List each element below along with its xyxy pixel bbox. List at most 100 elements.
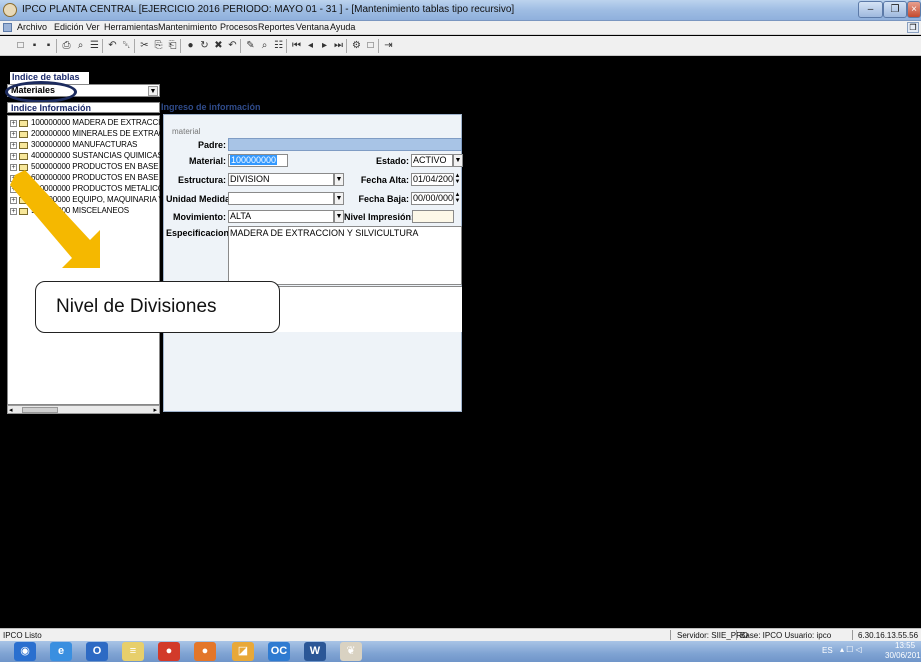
chrome-icon[interactable]: ● xyxy=(158,642,180,661)
especificacion-label: Especificacion: xyxy=(166,228,233,238)
minimize-button[interactable]: – xyxy=(858,1,883,18)
movimiento-select[interactable]: ALTA xyxy=(228,210,334,223)
chevron-down-icon[interactable]: ▼ xyxy=(334,192,344,205)
tree-item[interactable]: +400000000 SUSTANCIAS QUIMICAS xyxy=(10,151,160,162)
cancel-icon[interactable]: ✖ xyxy=(212,39,225,52)
material-field[interactable]: 100000000 xyxy=(228,154,288,167)
properties-icon[interactable]: ☰ xyxy=(88,39,101,52)
outlook-app-icon[interactable]: OC xyxy=(268,642,290,661)
clock-time: 13:55 xyxy=(895,641,916,650)
filter-icon[interactable]: ☷ xyxy=(272,39,285,52)
chevron-down-icon[interactable]: ▼ xyxy=(334,210,344,223)
menu-reportes[interactable]: Reportes xyxy=(258,22,295,32)
find-icon[interactable]: ⌕ xyxy=(258,39,271,52)
outlook-icon[interactable]: O xyxy=(86,642,108,661)
firefox-icon[interactable]: ● xyxy=(194,642,216,661)
status-servidor: Servidor: SIIE_PRO xyxy=(677,631,749,640)
save-icon[interactable]: ▪ xyxy=(28,39,41,52)
delete-icon[interactable]: ␡ xyxy=(120,39,133,52)
clock[interactable]: 13:55 30/06/2016 xyxy=(885,641,921,661)
expand-icon[interactable]: + xyxy=(10,153,17,160)
paste-icon[interactable]: ⎗ xyxy=(166,39,179,52)
unidad-select[interactable] xyxy=(228,192,334,205)
new-icon[interactable]: □ xyxy=(14,39,27,52)
notes-icon[interactable]: ≡ xyxy=(122,642,144,661)
menu-mantenimiento[interactable]: Mantenimiento xyxy=(158,22,217,32)
exit-icon[interactable]: ⇥ xyxy=(382,39,395,52)
menu-ventana[interactable]: Ventana xyxy=(296,22,329,32)
first-icon[interactable]: ⏮ xyxy=(290,39,303,52)
ie-icon[interactable]: e xyxy=(50,642,72,661)
prev-icon[interactable]: ◂ xyxy=(304,39,317,52)
movimiento-label: Movimiento: xyxy=(173,212,226,222)
restore-button[interactable]: ❐ xyxy=(883,1,907,18)
horizontal-scrollbar[interactable]: ◂ ▸ xyxy=(7,405,160,414)
highlight-oval xyxy=(5,81,77,103)
menu-ver[interactable]: Ver xyxy=(86,22,100,32)
padre-field[interactable] xyxy=(228,138,462,151)
padre-label: Padre: xyxy=(197,140,226,150)
estado-label: Estado: xyxy=(375,156,409,166)
fecha-alta-field[interactable]: 01/04/2000 xyxy=(411,173,454,186)
toolbar-separator xyxy=(134,39,135,53)
nivel-field[interactable] xyxy=(412,210,454,223)
annotation-arrow xyxy=(10,170,100,268)
print-icon[interactable]: ⎙ xyxy=(60,39,73,52)
last-icon[interactable]: ⏭ xyxy=(332,39,345,52)
preview-icon[interactable]: ⌕ xyxy=(74,39,87,52)
menu-herramientas[interactable]: Herramientas xyxy=(104,22,158,32)
close-button[interactable]: × xyxy=(907,1,921,18)
divider xyxy=(852,630,853,640)
chevron-down-icon[interactable]: ▼ xyxy=(334,173,344,186)
fecha-baja-label: Fecha Baja: xyxy=(358,194,409,204)
tree-item[interactable]: +300000000 MANUFACTURAS xyxy=(10,140,160,151)
cut-icon[interactable]: ✂ xyxy=(138,39,151,52)
chevron-down-icon[interactable]: ▼ xyxy=(148,86,158,96)
tray-icons[interactable]: ▴ ☐ ◁ xyxy=(840,645,862,654)
estructura-select[interactable]: DIVISION xyxy=(228,173,334,186)
start-button[interactable]: ◉ xyxy=(14,642,36,661)
ipco-icon[interactable]: ❦ xyxy=(340,642,362,661)
document-icon[interactable] xyxy=(3,23,12,32)
menu-edicion[interactable]: Edición xyxy=(54,22,84,32)
language-indicator[interactable]: ES xyxy=(822,646,833,655)
spin-down-icon[interactable]: ▼ xyxy=(454,198,461,204)
next-icon[interactable]: ▸ xyxy=(318,39,331,52)
save-all-icon[interactable]: ▪ xyxy=(42,39,55,52)
edit-icon[interactable]: ✎ xyxy=(244,39,257,52)
tree-item[interactable]: +200000000 MINERALES DE EXTRACC xyxy=(10,129,160,140)
undo-icon[interactable]: ↶ xyxy=(226,39,239,52)
menu-procesos[interactable]: Procesos xyxy=(220,22,258,32)
back-icon[interactable]: ↶ xyxy=(106,39,119,52)
scroll-thumb[interactable] xyxy=(22,407,58,413)
app-icon xyxy=(3,3,17,17)
section-title: Ingreso de información xyxy=(161,102,261,112)
paint-icon[interactable]: ◪ xyxy=(232,642,254,661)
refresh-icon[interactable]: ↻ xyxy=(198,39,211,52)
fecha-baja-field[interactable]: 00/00/0000 xyxy=(411,192,454,205)
word-icon[interactable]: W xyxy=(304,642,326,661)
unidad-label: Unidad Medida: xyxy=(166,194,233,204)
estado-select[interactable]: ACTIVO xyxy=(411,154,453,167)
mdi-restore-button[interactable]: ❐ xyxy=(907,22,919,33)
status-version: 6.30.16.13.55.56 xyxy=(858,631,919,640)
date-spinner[interactable]: ▲ ▼ xyxy=(454,192,461,205)
menu-archivo[interactable]: Archivo xyxy=(17,22,47,32)
tree-item[interactable]: +100000000 MADERA DE EXTRACCION xyxy=(10,118,160,129)
copy-icon[interactable]: ⎘ xyxy=(152,39,165,52)
expand-icon[interactable]: + xyxy=(10,142,17,149)
tree-header: Indice Información xyxy=(7,102,160,113)
scroll-left-icon[interactable]: ◂ xyxy=(9,406,13,414)
chevron-down-icon[interactable]: ▼ xyxy=(453,154,463,167)
folder-icon[interactable]: □ xyxy=(364,39,377,52)
especificacion-textarea[interactable]: MADERA DE EXTRACCION Y SILVICULTURA xyxy=(228,226,462,285)
expand-icon[interactable]: + xyxy=(10,120,17,127)
tools-icon[interactable]: ⚙ xyxy=(350,39,363,52)
spin-down-icon[interactable]: ▼ xyxy=(454,179,461,185)
scroll-right-icon[interactable]: ▸ xyxy=(153,406,157,414)
toolbar-separator xyxy=(102,39,103,53)
menu-ayuda[interactable]: Ayuda xyxy=(330,22,355,32)
record-icon[interactable]: ● xyxy=(184,39,197,52)
expand-icon[interactable]: + xyxy=(10,131,17,138)
date-spinner[interactable]: ▲ ▼ xyxy=(454,173,461,186)
